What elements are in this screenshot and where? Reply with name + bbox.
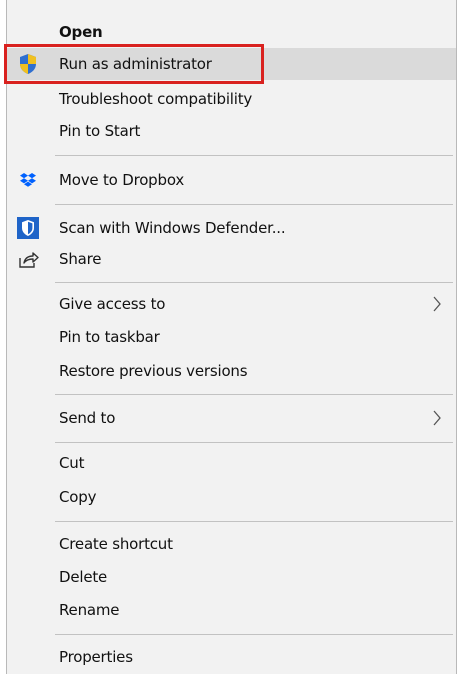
menu-item-copy[interactable]: Copy [7,481,456,513]
share-icon [17,248,39,270]
menu-item-label: Cut [59,454,85,472]
shield-icon [17,53,39,75]
menu-separator [55,521,453,522]
menu-item-run-as-administrator[interactable]: Run as administrator [7,48,456,80]
windows-defender-icon [17,217,39,239]
menu-separator [55,155,453,156]
menu-item-cut[interactable]: Cut [7,447,456,479]
chevron-right-icon [432,409,442,427]
menu-item-restore-previous-versions[interactable]: Restore previous versions [7,355,456,387]
menu-item-label: Move to Dropbox [59,171,185,189]
menu-item-label: Copy [59,488,97,506]
menu-item-label: Pin to Start [59,122,141,140]
menu-item-label: Restore previous versions [59,362,248,380]
menu-item-label: Share [59,250,102,268]
menu-item-pin-to-taskbar[interactable]: Pin to taskbar [7,321,456,353]
menu-item-label: Open [59,23,103,41]
menu-item-label: Properties [59,648,133,666]
context-menu: Open Run as administrator Troubleshoot c… [6,0,457,674]
menu-separator [55,442,453,443]
menu-item-move-to-dropbox[interactable]: Move to Dropbox [7,164,456,196]
menu-item-label: Pin to taskbar [59,328,160,346]
dropbox-icon [17,169,39,191]
menu-separator [55,204,453,205]
menu-separator [55,282,453,283]
menu-item-create-shortcut[interactable]: Create shortcut [7,528,456,560]
menu-item-label: Send to [59,409,116,427]
menu-item-open[interactable]: Open [7,16,456,48]
menu-item-send-to[interactable]: Send to [7,402,456,434]
menu-item-label: Delete [59,568,108,586]
menu-item-delete[interactable]: Delete [7,561,456,593]
menu-item-properties[interactable]: Properties [7,641,456,673]
menu-separator [55,634,453,635]
menu-item-label: Run as administrator [59,55,212,73]
menu-item-scan-with-windows-defender[interactable]: Scan with Windows Defender... [7,212,456,244]
menu-item-troubleshoot-compatibility[interactable]: Troubleshoot compatibility [7,83,456,115]
menu-separator [55,394,453,395]
menu-item-give-access-to[interactable]: Give access to [7,288,456,320]
menu-item-label: Scan with Windows Defender... [59,219,286,237]
chevron-right-icon [432,295,442,313]
menu-item-label: Troubleshoot compatibility [59,90,253,108]
menu-item-label: Rename [59,601,120,619]
menu-item-pin-to-start[interactable]: Pin to Start [7,115,456,147]
menu-item-label: Create shortcut [59,535,173,553]
menu-item-share[interactable]: Share [7,243,456,275]
menu-item-rename[interactable]: Rename [7,594,456,626]
menu-item-label: Give access to [59,295,166,313]
